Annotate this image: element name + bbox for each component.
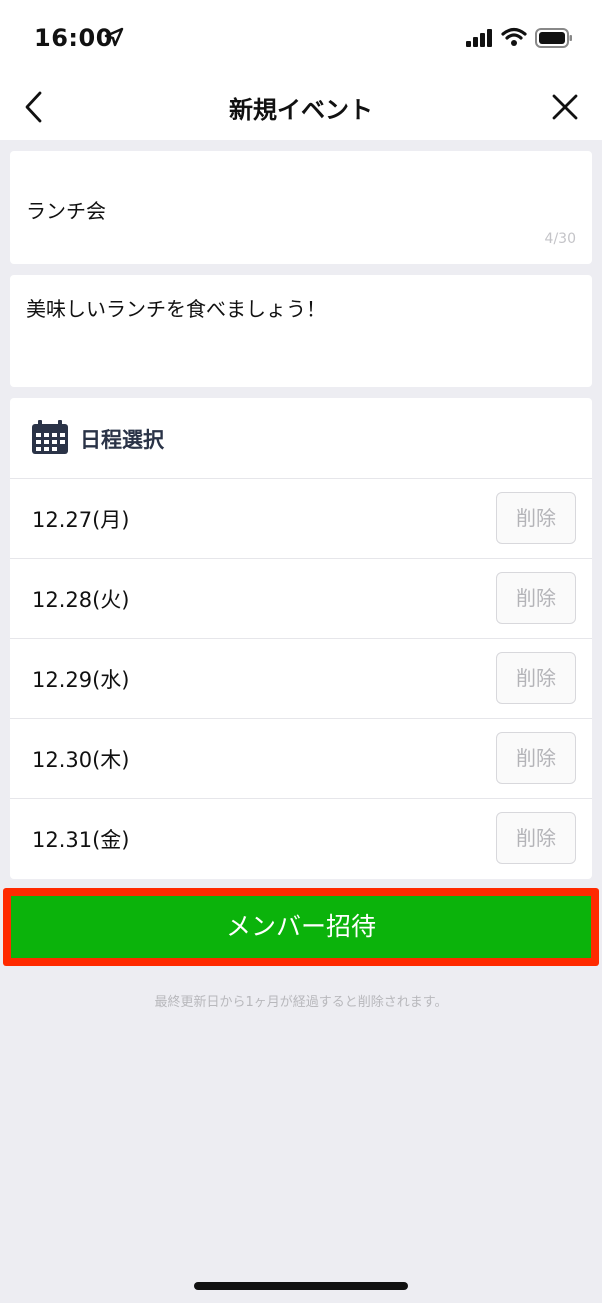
home-indicator[interactable]	[194, 1282, 408, 1290]
battery-icon	[535, 28, 573, 52]
date-label: 12.27(月)	[32, 508, 130, 532]
event-description-field[interactable]: 美味しいランチを食べましょう！	[10, 275, 592, 387]
delete-date-button[interactable]: 削除	[496, 732, 576, 784]
date-label: 12.28(火)	[32, 588, 130, 612]
date-row: 12.27(月) 削除	[10, 478, 592, 558]
delete-date-button[interactable]: 削除	[496, 812, 576, 864]
wifi-icon	[501, 27, 527, 51]
event-title-field[interactable]: ランチ会 4/30	[10, 151, 592, 264]
invite-members-button[interactable]: メンバー招待	[11, 896, 591, 958]
close-icon[interactable]	[550, 92, 580, 122]
calendar-icon	[32, 420, 68, 458]
date-label: 12.29(水)	[32, 668, 130, 692]
cellular-signal-icon	[466, 29, 494, 51]
footer-note: 最終更新日から1ヶ月が経過すると削除されます。	[154, 995, 448, 1010]
date-row: 12.29(水) 削除	[10, 638, 592, 718]
delete-date-button[interactable]: 削除	[496, 572, 576, 624]
schedule-header[interactable]: 日程選択	[10, 398, 592, 478]
date-label: 12.30(木)	[32, 748, 130, 772]
event-description-value: 美味しいランチを食べましょう！	[26, 297, 326, 321]
date-label: 12.31(金)	[32, 828, 130, 852]
title-char-count: 4/30	[544, 231, 576, 247]
schedule-title: 日程選択	[80, 428, 164, 452]
date-row: 12.28(火) 削除	[10, 558, 592, 638]
status-time: 16:00	[34, 24, 113, 52]
delete-date-button[interactable]: 削除	[496, 652, 576, 704]
event-title-value: ランチ会	[26, 199, 106, 223]
delete-date-button[interactable]: 削除	[496, 492, 576, 544]
date-row: 12.30(木) 削除	[10, 718, 592, 798]
schedule-section: 日程選択 12.27(月) 削除 12.28(火) 削除 12.29(水) 削除…	[10, 398, 592, 879]
page-title: 新規イベント	[229, 96, 373, 124]
date-row: 12.31(金) 削除	[10, 798, 592, 878]
status-bar: 16:00	[0, 0, 602, 72]
nav-bar: 新規イベント	[0, 72, 602, 140]
location-arrow-icon	[104, 27, 124, 51]
